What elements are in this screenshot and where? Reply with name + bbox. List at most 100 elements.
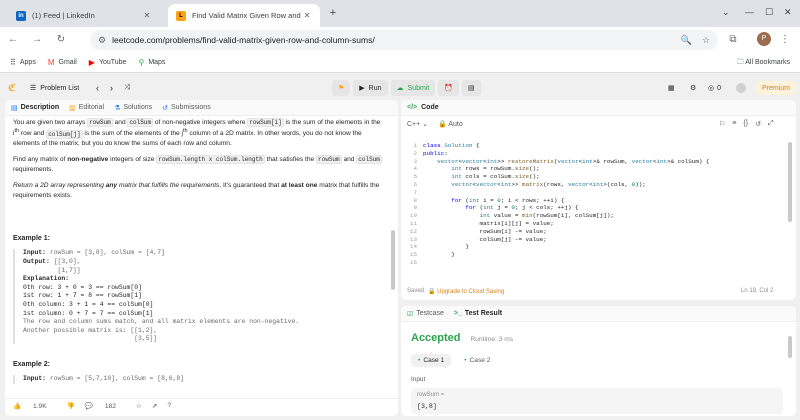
tab-solutions[interactable]: ⚗ Solutions bbox=[114, 104, 152, 112]
premium-button[interactable]: Premium bbox=[756, 81, 797, 95]
description-scrollbar[interactable] bbox=[391, 230, 395, 290]
result-scrollbar[interactable] bbox=[788, 336, 792, 358]
tab-leetcode[interactable]: L Find Valid Matrix Given Row and Column… bbox=[168, 4, 320, 27]
comments-button[interactable]: 💬 182 bbox=[85, 402, 126, 410]
extensions-icon[interactable]: ⧉ bbox=[726, 33, 740, 47]
maximize-icon[interactable]: ☐ bbox=[765, 7, 773, 18]
prev-problem-icon[interactable]: ‹ bbox=[96, 81, 99, 95]
coins[interactable]: ◎ 0 bbox=[708, 81, 721, 95]
code-line[interactable]: 9 for (int j = 0; j < cols; ++j) { bbox=[401, 204, 791, 212]
problem-list-label: Problem List bbox=[40, 84, 80, 92]
layout-grid-icon[interactable]: ▦ bbox=[668, 81, 675, 95]
line-number: 8 bbox=[413, 196, 417, 204]
fullscreen-icon[interactable]: ⤢ bbox=[768, 120, 774, 128]
code-line[interactable]: 16 bbox=[401, 259, 791, 267]
result-tabs: ☑ Testcase >_ Test Result bbox=[401, 306, 796, 322]
play-icon: ▶ bbox=[359, 85, 365, 92]
code-editor[interactable]: 1 class Solution {2 public: 3 vector<vector… bbox=[401, 142, 791, 267]
youtube-icon: ▶ bbox=[88, 58, 95, 67]
reset-icon[interactable]: ↺ bbox=[755, 120, 761, 128]
close-icon[interactable]: ✕ bbox=[142, 11, 152, 20]
code-actions: ⚐ ≡ {} ↺ ⤢ bbox=[719, 120, 774, 128]
coin-icon: ◎ bbox=[708, 85, 715, 92]
window-close-icon[interactable]: ✕ bbox=[784, 7, 792, 18]
notes-icon[interactable]: ▤ bbox=[462, 80, 481, 96]
tab-testcase[interactable]: ☑ Testcase bbox=[407, 310, 444, 318]
param-name: rowSum = bbox=[417, 392, 445, 398]
debug-icon[interactable]: ⚑ bbox=[332, 80, 351, 96]
reload-icon[interactable]: ↻ bbox=[54, 33, 68, 47]
submit-button[interactable]: ☁ Submit bbox=[390, 80, 436, 96]
run-button[interactable]: ▶ Run bbox=[353, 80, 388, 96]
settings-gear-icon[interactable]: ⚙ bbox=[690, 81, 696, 95]
code-line[interactable]: 11 matrix[i][j] = value; bbox=[401, 220, 791, 228]
tab-editorial[interactable]: ▥ Editorial bbox=[69, 104, 104, 112]
timer-icon[interactable]: ⏰ bbox=[438, 80, 460, 96]
bookmark-apps[interactable]: ⠿ Apps bbox=[10, 58, 36, 67]
maps-pin-icon: ⚲ bbox=[138, 58, 145, 67]
upgrade-link[interactable]: 🔒 Upgrade to Cloud Saving bbox=[428, 288, 504, 295]
close-icon[interactable]: ✕ bbox=[302, 11, 312, 20]
code-line[interactable]: 15 } bbox=[401, 251, 791, 259]
case-2-button[interactable]: • Case 2 bbox=[457, 354, 497, 367]
paragraph-1: You are given two arrays rowSum and colS… bbox=[13, 118, 381, 147]
profile-avatar[interactable]: P bbox=[757, 32, 771, 46]
list-icon: ☰ bbox=[30, 85, 37, 92]
code-line[interactable]: 1 class Solution { bbox=[401, 142, 791, 150]
bookmark-gmail[interactable]: M Gmail bbox=[48, 58, 77, 67]
zoom-icon[interactable]: 🔍 bbox=[681, 35, 692, 46]
dislike-icon[interactable]: 👎 bbox=[67, 402, 75, 410]
code-line[interactable]: 7 bbox=[401, 189, 791, 197]
code-line[interactable]: 6 vector<vector<int>> matrix(rows, vecto… bbox=[401, 181, 791, 189]
terminal-icon: >_ bbox=[453, 310, 462, 317]
back-arrow-icon[interactable]: ← bbox=[6, 33, 20, 47]
code-line[interactable]: 10 int value = min(rowSum[i], colSum[j])… bbox=[401, 212, 791, 220]
code-line[interactable]: 12 rowSum[i] -= value; bbox=[401, 228, 791, 236]
line-number: 11 bbox=[409, 219, 417, 227]
case-1-button[interactable]: • Case 1 bbox=[411, 354, 452, 367]
bookmark-icon[interactable]: ⚐ bbox=[719, 120, 725, 128]
code-line[interactable]: 5 int cols = colSum.size(); bbox=[401, 173, 791, 181]
help-icon[interactable]: ? bbox=[167, 402, 171, 409]
code-line[interactable]: 3 vector<vector<int>> restoreMatrix(vect… bbox=[401, 158, 791, 166]
dot-icon: • bbox=[464, 357, 467, 364]
site-info-icon[interactable]: ⚙ bbox=[98, 35, 106, 46]
bookmark-maps[interactable]: ⚲ Maps bbox=[138, 58, 165, 67]
tab-test-result[interactable]: >_ Test Result bbox=[454, 310, 502, 317]
menu-kebab-icon[interactable]: ⋮ bbox=[778, 33, 792, 47]
format-icon[interactable]: ≡ bbox=[732, 120, 736, 128]
tab-label: Editorial bbox=[78, 104, 105, 111]
leetcode-logo-icon[interactable]: ℭ bbox=[8, 81, 16, 95]
address-bar[interactable]: ⚙ leetcode.com/problems/find-valid-matri… bbox=[90, 30, 718, 50]
code-line[interactable]: 13 colSum[j] -= value; bbox=[401, 236, 791, 244]
tab-search-icon[interactable]: ⌄ bbox=[722, 7, 730, 18]
code-line[interactable]: 2 public: bbox=[401, 150, 791, 158]
minimize-icon[interactable]: — bbox=[745, 7, 754, 17]
bookmark-youtube[interactable]: ▶ YouTube bbox=[89, 58, 127, 67]
language-select[interactable]: C++ ⌄ bbox=[407, 120, 428, 128]
tab-submissions[interactable]: ↺ Submissions bbox=[162, 104, 211, 112]
next-problem-icon[interactable]: › bbox=[110, 81, 113, 95]
tab-linkedin[interactable]: in (1) Feed | LinkedIn ✕ bbox=[8, 4, 160, 27]
line-code: for (int i = 0; i < rows; ++i) { bbox=[451, 196, 565, 204]
problem-description: You are given two arrays rowSum and colS… bbox=[13, 118, 385, 384]
code-line[interactable]: 8 for (int i = 0; i < rows; ++i) { bbox=[401, 197, 791, 205]
line-number: 3 bbox=[413, 157, 417, 165]
forward-arrow-icon[interactable]: → bbox=[30, 33, 44, 47]
bookmark-star-icon[interactable]: ☆ bbox=[702, 35, 710, 46]
new-tab-button[interactable]: + bbox=[326, 6, 340, 20]
tab-description[interactable]: ▤ Description bbox=[11, 104, 59, 112]
problem-list-button[interactable]: ☰ Problem List bbox=[30, 81, 79, 95]
favorite-star-icon[interactable]: ☆ bbox=[136, 402, 142, 410]
braces-icon[interactable]: {} bbox=[743, 120, 748, 128]
code-line[interactable]: 14 } bbox=[401, 243, 791, 251]
mode-toggle[interactable]: 🔒 Auto bbox=[438, 120, 463, 128]
all-bookmarks[interactable]: 🗀 All Bookmarks bbox=[737, 58, 790, 69]
bookmark-label: Maps bbox=[148, 59, 166, 66]
shuffle-icon[interactable]: ⤨ bbox=[124, 81, 130, 95]
user-avatar[interactable] bbox=[736, 83, 746, 93]
share-icon[interactable]: ⇗ bbox=[152, 402, 158, 410]
code-line[interactable]: 4 int rows = rowSum.size(); bbox=[401, 165, 791, 173]
like-button[interactable]: 👍 1.9K bbox=[13, 402, 57, 410]
code-scrollbar[interactable] bbox=[788, 142, 792, 222]
